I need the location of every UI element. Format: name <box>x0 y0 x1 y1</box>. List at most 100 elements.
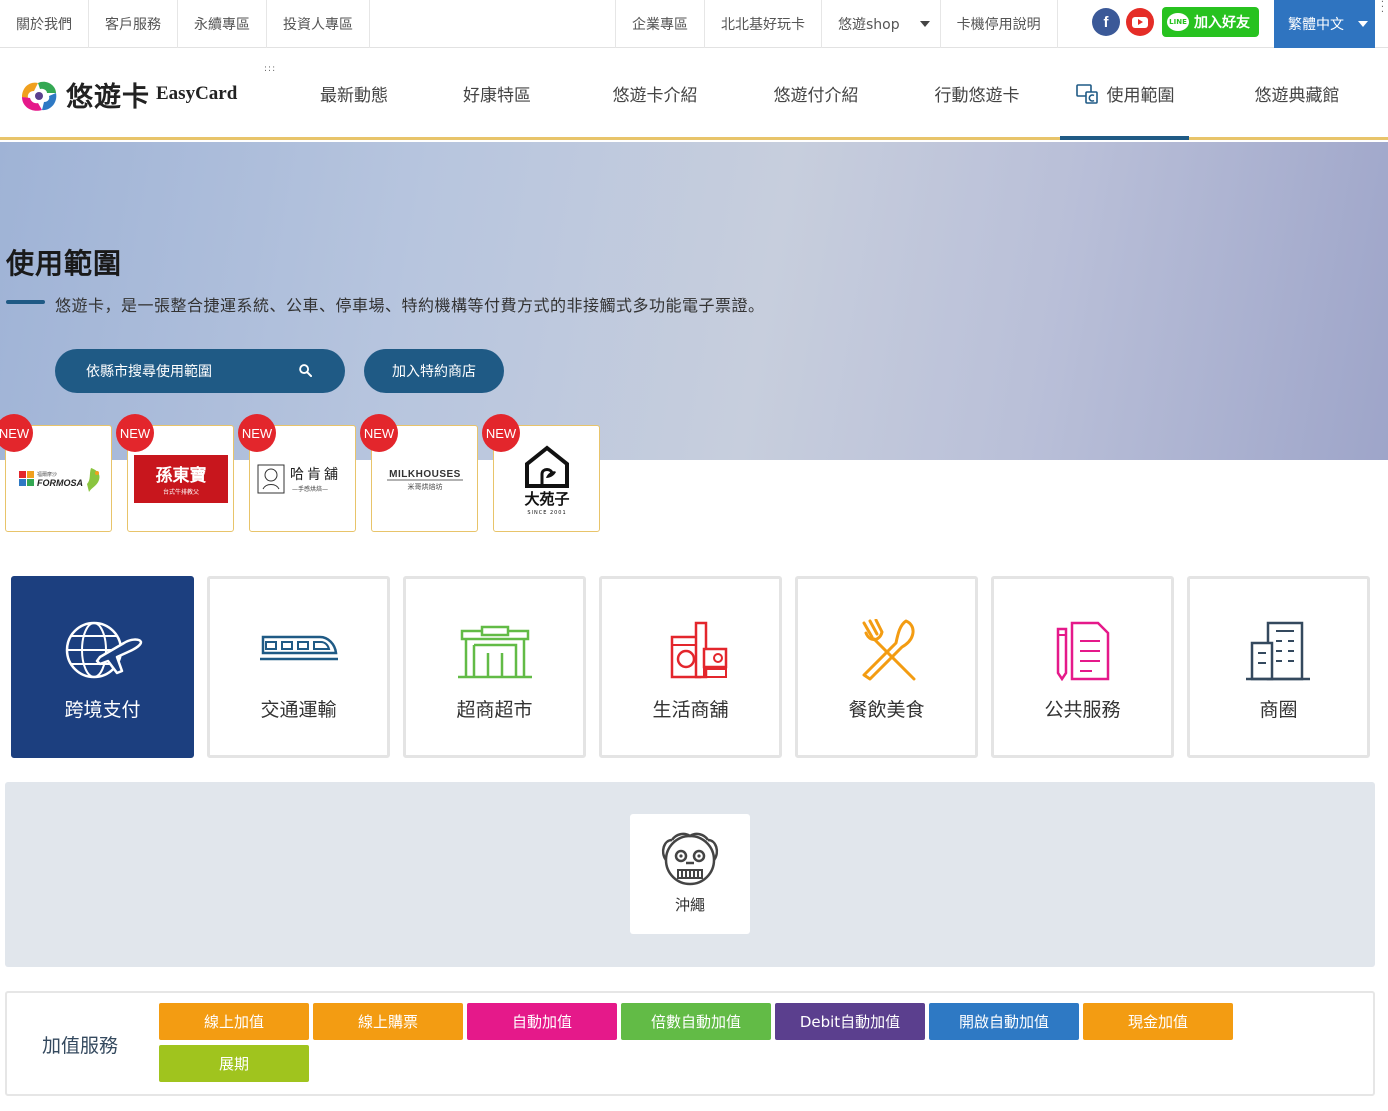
logo-text: 悠遊卡 <box>66 81 150 113</box>
language-label: 繁體中文 <box>1288 17 1344 33</box>
shisa-lion-icon <box>661 832 719 886</box>
link-sustainability[interactable]: 永續專區 <box>178 0 267 48</box>
category-label: 跨境支付 <box>64 699 141 721</box>
topup-button[interactable]: 現金加值 <box>1083 1003 1233 1040</box>
new-badge: NEW <box>482 414 520 452</box>
nav-item-usage-scope[interactable]: 使用範圍 <box>1060 49 1189 140</box>
usage-scope-icon <box>1075 84 1098 104</box>
category-convenience-stores[interactable]: 超商超市 <box>403 576 586 758</box>
topup-button[interactable]: 線上加值 <box>159 1003 309 1040</box>
logo-english-text: EasyCard <box>156 83 238 104</box>
easycard-logo-icon <box>22 81 57 111</box>
fork-knife-icon <box>862 619 915 681</box>
facebook-icon[interactable]: f <box>1092 8 1120 36</box>
join-merchant-button[interactable]: 加入特約商店 <box>364 349 504 393</box>
chevron-down-icon <box>1358 21 1368 27</box>
nav-item-easywallet-intro[interactable]: 悠遊付介紹 <box>738 49 894 137</box>
appliances-icon <box>670 621 727 679</box>
line-add-friend-button[interactable]: LINE 加入好友 <box>1162 7 1259 37</box>
svg-text:SINCE 2001: SINCE 2001 <box>527 510 566 516</box>
svg-text:孫東寶: 孫東寶 <box>155 465 206 486</box>
topup-button[interactable]: 展期 <box>159 1045 309 1082</box>
svg-text:FORMOSA: FORMOSA <box>37 478 83 488</box>
topup-button[interactable]: 線上購票 <box>313 1003 463 1040</box>
line-add-friend-label: 加入好友 <box>1194 15 1250 31</box>
link-about-us[interactable]: 關於我們 <box>0 0 89 48</box>
svg-text:大苑子: 大苑子 <box>524 490 569 508</box>
line-icon: LINE <box>1167 13 1189 31</box>
topup-button[interactable]: 開啟自動加值 <box>929 1003 1079 1040</box>
topup-button[interactable]: 自動加值 <box>467 1003 617 1040</box>
category-label: 商圈 <box>1259 699 1298 721</box>
svg-text:台式牛排教父: 台式牛排教父 <box>162 488 198 496</box>
storefront-icon <box>457 625 532 679</box>
sundongbao-logo: 孫東寶 台式牛排教父 <box>133 454 228 503</box>
nav-item-news[interactable]: 最新動態 <box>286 49 422 137</box>
youtube-icon[interactable] <box>1126 8 1154 36</box>
svg-text:福爾摩沙: 福爾摩沙 <box>37 471 57 478</box>
easycard-logo[interactable]: 悠遊卡 EasyCard <box>16 71 237 117</box>
page-subtitle: 悠遊卡，是一張整合捷運系統、公車、停車場、特約機構等付費方式的非接觸式多功能電子… <box>55 296 765 315</box>
globe-plane-icon <box>65 621 142 679</box>
nav-item-label: 最新動態 <box>320 85 388 106</box>
link-fun-pass[interactable]: 北北基好玩卡 <box>705 0 822 48</box>
search-icon <box>299 364 312 377</box>
page-title: 使用範圍 <box>6 247 123 280</box>
topup-button[interactable]: 倍數自動加值 <box>621 1003 771 1040</box>
language-selector[interactable]: 繁體中文 <box>1274 0 1375 48</box>
nav-item-label: 行動悠遊卡 <box>934 85 1020 106</box>
link-reader-notice[interactable]: 卡機停用說明 <box>941 0 1058 48</box>
category-shopping-district[interactable]: 商圈 <box>1187 576 1370 758</box>
category-label: 公共服務 <box>1044 699 1121 721</box>
new-badge: NEW <box>360 414 398 452</box>
category-label: 交通運輸 <box>260 699 337 721</box>
category-public-services[interactable]: 公共服務 <box>991 576 1174 758</box>
category-label: 餐飲美食 <box>848 699 925 721</box>
link-shop[interactable]: 悠遊shop <box>822 0 941 48</box>
category-transportation[interactable]: 交通運輸 <box>207 576 390 758</box>
nav-item-mobile-card[interactable]: 行動悠遊卡 <box>894 49 1060 137</box>
category-food-dining[interactable]: 餐飲美食 <box>795 576 978 758</box>
chevron-down-icon <box>919 21 930 27</box>
grip-dots-icon: · · · <box>1380 0 1385 18</box>
nav-item-label: 悠遊典藏館 <box>1254 85 1340 106</box>
nav-item-label: 好康特區 <box>463 85 531 106</box>
topup-title: 加值服務 <box>42 1035 119 1057</box>
new-badge: NEW <box>116 414 154 452</box>
document-pen-icon <box>1056 621 1109 681</box>
link-customer-service[interactable]: 客戶服務 <box>89 0 178 48</box>
nav-item-label: 悠遊卡介紹 <box>612 85 698 106</box>
category-label: 超商超市 <box>456 699 533 721</box>
dayuanzi-logo: 大苑子 SINCE 2001 <box>524 444 569 516</box>
link-enterprise[interactable]: 企業專區 <box>615 0 705 48</box>
formosa-logo: 福爾摩沙 FORMOSA <box>18 467 100 492</box>
social-links: f LINE 加入好友 <box>1092 7 1259 37</box>
svg-text:—手感烘焙—: —手感烘焙— <box>292 485 328 493</box>
nav-item-easycard-intro[interactable]: 悠遊卡介紹 <box>572 49 738 137</box>
svg-text:哈肯舖: 哈肯舖 <box>290 467 341 483</box>
search-by-city-button[interactable]: 依縣市搜尋使用範圍 <box>55 349 345 393</box>
nav-item-museum[interactable]: 悠遊典藏館 <box>1189 49 1388 137</box>
building-icon <box>1245 621 1310 681</box>
category-cross-border-payment[interactable]: 跨境支付 <box>11 576 194 758</box>
nav-item-label: 使用範圍 <box>1106 85 1175 106</box>
new-badge: NEW <box>238 414 276 452</box>
utility-right-links: 企業專區 北北基好玩卡 悠遊shop 卡機停用說明 <box>615 0 1058 48</box>
svg-text:MILKHOUSES: MILKHOUSES <box>389 469 461 480</box>
region-card-okinawa[interactable]: 沖繩 <box>630 814 750 934</box>
main-navigation: 悠遊卡 EasyCard ::: 最新動態 好康特區 悠遊卡介紹 悠遊付介紹 行… <box>0 49 1388 140</box>
nav-menu: 最新動態 好康特區 悠遊卡介紹 悠遊付介紹 行動悠遊卡 使用範圍 悠遊典藏館 <box>286 49 1388 140</box>
nav-item-label: 悠遊付介紹 <box>773 85 859 106</box>
svg-text:米哥烘焙坊: 米哥烘焙坊 <box>407 482 442 491</box>
shop-label: 悠遊shop <box>838 17 900 33</box>
hakenpu-logo: 哈肯舖 —手感烘焙— <box>257 464 341 493</box>
region-label: 沖繩 <box>674 896 705 914</box>
nav-item-offers[interactable]: 好康特區 <box>422 49 572 137</box>
menu-dots-icon[interactable]: ::: <box>264 65 276 74</box>
topup-button[interactable]: Debit自動加值 <box>775 1003 925 1040</box>
train-icon <box>259 635 338 661</box>
link-investors[interactable]: 投資人專區 <box>267 0 370 48</box>
title-divider <box>6 300 45 304</box>
category-label: 生活商舖 <box>652 699 729 721</box>
category-life-shops[interactable]: 生活商舖 <box>599 576 782 758</box>
